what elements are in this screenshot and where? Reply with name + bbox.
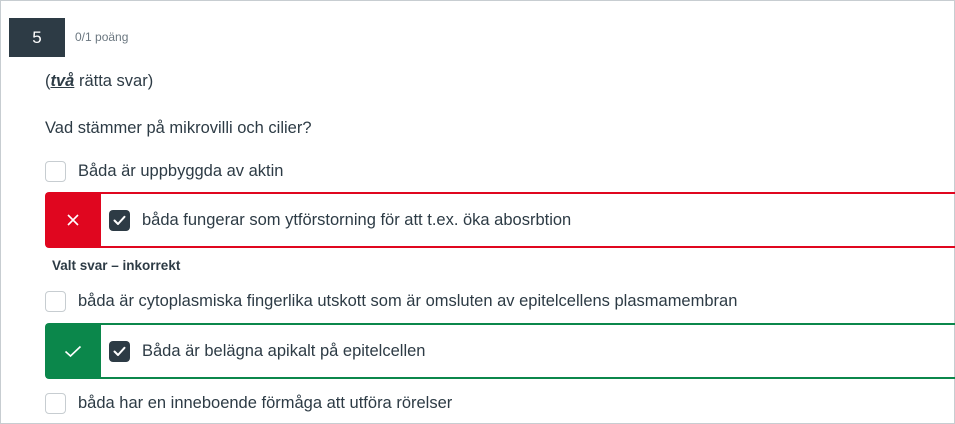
answer-option[interactable]: båda har en inneboende förmåga att utför… [45, 391, 452, 415]
answer-checkbox[interactable] [45, 290, 66, 312]
answer-label: båda fungerar som ytförstorning för att … [142, 210, 572, 229]
answer-checkbox-checked[interactable] [109, 340, 130, 362]
answer-checkbox[interactable] [45, 160, 66, 182]
incorrect-marker [45, 194, 101, 246]
answer-checkbox[interactable] [45, 392, 66, 414]
question-number: 5 [9, 18, 65, 57]
answer-option[interactable]: Båda är uppbyggda av aktin [45, 159, 284, 183]
checkmark-icon [113, 215, 126, 225]
answer-checkbox-checked[interactable] [109, 209, 130, 231]
checkmark-icon [113, 346, 126, 356]
instruction-suffix: rätta svar) [74, 72, 154, 90]
answer-option-correct[interactable]: Båda är belägna apikalt på epitelcellen [45, 323, 955, 379]
answer-option-incorrect[interactable]: båda fungerar som ytförstorning för att … [45, 192, 955, 248]
check-icon [64, 345, 82, 357]
question-instruction: (två rätta svar) [45, 72, 153, 91]
answer-label: Båda är uppbyggda av aktin [78, 161, 284, 180]
answer-option[interactable]: båda är cytoplasmiska fingerlika utskott… [45, 289, 737, 313]
answer-label: Båda är belägna apikalt på epitelcellen [142, 341, 426, 360]
answer-label: båda har en inneboende förmåga att utför… [78, 393, 453, 412]
close-icon [67, 214, 79, 226]
correct-marker [45, 325, 101, 377]
instruction-emphasis: två [50, 72, 75, 90]
question-points: 0/1 poäng [75, 30, 129, 44]
quiz-question-panel: 5 0/1 poäng (två rätta svar) Vad stämmer… [0, 0, 955, 424]
answer-feedback: Valt svar – inkorrekt [52, 258, 181, 273]
question-text: Vad stämmer på mikrovilli och cilier? [45, 119, 312, 137]
answer-label: båda är cytoplasmiska fingerlika utskott… [78, 291, 738, 310]
